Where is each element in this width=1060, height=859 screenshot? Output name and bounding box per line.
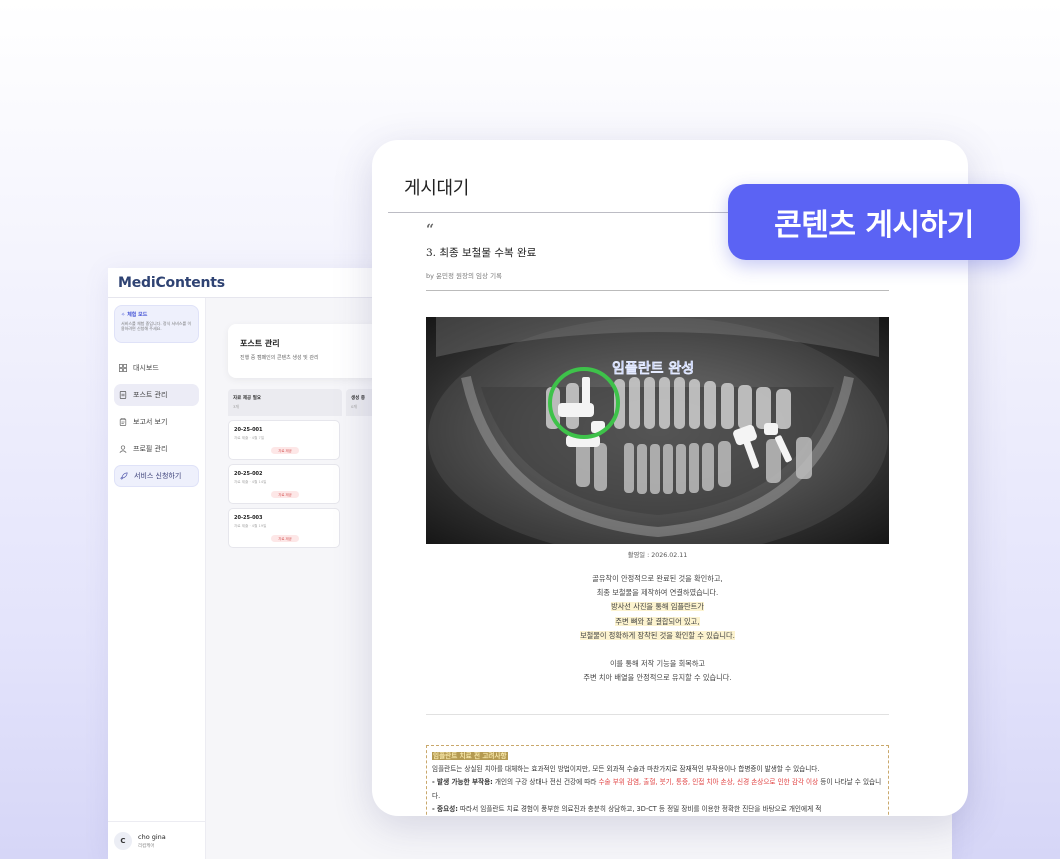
status-badge: 자료 제공 [271, 491, 299, 498]
sidebar-item-profile[interactable]: 프로필 관리 [114, 438, 199, 460]
page-title: 포스트 관리 [240, 339, 280, 348]
task-card[interactable]: 20-25-001 자료 제출 · 4월 7일 자료 제공 [228, 420, 340, 460]
status-badge: 자료 제공 [271, 535, 299, 542]
user-icon [119, 445, 127, 453]
user-role: 리컴케어 [138, 843, 155, 849]
task-id: 20-25-001 [234, 427, 263, 433]
body-line-highlight: 주변 뼈와 잘 결합되어 있고, [615, 616, 700, 626]
body-line: 주변 치아 배열을 안정적으로 유지할 수 있습니다. [583, 673, 732, 683]
divider [426, 290, 889, 291]
report-icon [119, 418, 127, 426]
post-manage-header: 포스트 관리 진행 중 캠페인의 콘텐츠 생성 및 관리 [228, 324, 388, 378]
sidebar-item-posts[interactable]: 포스트 관리 [114, 384, 199, 406]
task-id: 20-25-003 [234, 515, 263, 521]
notice-title: 임플란트 치료 전 고려사항 [432, 752, 508, 760]
sidebar-item-label: 보고서 보기 [133, 418, 168, 426]
xray-label: 임플란트 완성 [612, 360, 694, 377]
body-line: 이를 통해 저작 기능을 회복하고 [609, 659, 706, 669]
article-body: 골유착이 안정적으로 완료된 것을 확인하고, 최종 보철물을 제작하여 연결하… [426, 572, 889, 685]
sidebar: ✧ 체험 모드 서비스를 체험 중입니다. 정식 서비스를 이용하려면 신청해 … [108, 298, 206, 859]
user-name: cho gina [138, 832, 166, 841]
notice-side-effects: - 발생 가능한 부작용: 개인의 구강 상태나 전신 건강에 따라 수술 부위… [432, 778, 882, 800]
dashboard-icon [119, 364, 127, 372]
sidebar-item-apply-service[interactable]: 서비스 신청하기 [114, 465, 199, 487]
sidebar-item-dashboard[interactable]: 대시보드 [114, 357, 199, 379]
avatar: C [114, 831, 132, 850]
trial-description: 서비스를 체험 중입니다. 정식 서비스를 이용하려면 신청해 주세요. [121, 321, 192, 332]
body-line-highlight: 방사선 사진을 통해 임플란트가 [611, 602, 704, 612]
publish-content-button[interactable]: 콘텐츠 게시하기 [728, 184, 1020, 260]
divider [426, 714, 889, 715]
column-title: 자료 제공 필요 [233, 396, 261, 401]
sidebar-item-label: 포스트 관리 [133, 391, 168, 399]
notice-importance: - 중요성: 따라서 임플란트 치료 경험이 풍부한 의료진과 충분히 상담하고… [432, 804, 822, 813]
sidebar-item-label: 프로필 관리 [133, 445, 168, 453]
app-logo[interactable]: MediContents [118, 275, 225, 291]
sparkle-icon: ✧ [121, 311, 126, 318]
photo-caption: 촬영일 : 2026.02.11 [627, 552, 688, 559]
rocket-icon [120, 472, 128, 480]
article-byline: by 윤민정 원장의 임상 기록 [426, 272, 503, 280]
body-line-highlight: 보철물이 정확하게 장착된 것을 확인할 수 있습니다. [580, 630, 735, 640]
trial-title: 체험 모드 [127, 312, 148, 318]
precaution-notice: 임플란트 치료 전 고려사항 임플란트는 상실된 치아를 대체하는 효과적인 방… [426, 745, 889, 816]
kanban-column-material-needed: 자료 제공 필요 3개 20-25-001 자료 제출 · 4월 7일 자료 제… [228, 389, 342, 548]
task-meta: 자료 제출 · 4월 19일 [234, 524, 267, 528]
sidebar-item-reports[interactable]: 보고서 보기 [114, 411, 199, 433]
task-card[interactable]: 20-25-003 자료 제출 · 4월 19일 자료 제공 [228, 508, 340, 548]
document-icon [119, 391, 127, 399]
panoramic-xray-image: 임플란트 완성 [426, 317, 889, 544]
status-badge: 자료 제공 [271, 447, 299, 454]
column-header: 자료 제공 필요 3개 [228, 389, 342, 416]
trial-mode-banner: ✧ 체험 모드 서비스를 체험 중입니다. 정식 서비스를 이용하려면 신청해 … [114, 305, 199, 343]
task-card[interactable]: 20-25-002 자료 제출 · 4월 14일 자료 제공 [228, 464, 340, 504]
quote-icon: “ [426, 222, 435, 238]
task-id: 20-25-002 [234, 471, 263, 477]
column-count: 3개 [233, 404, 239, 409]
body-line: 골유착이 안정적으로 완료된 것을 확인하고, [592, 574, 723, 583]
body-line: 최종 보철물을 제작하여 연결하였습니다. [596, 588, 719, 598]
article-title: 3. 최종 보철물 수복 완료 [426, 247, 537, 259]
sidebar-nav: 대시보드 포스트 관리 보고서 보기 프로필 관리 서비스 신청하기 [108, 357, 205, 487]
task-meta: 자료 제출 · 4월 14일 [234, 480, 267, 484]
page-subtitle: 진행 중 캠페인의 콘텐츠 생성 및 관리 [240, 355, 319, 361]
task-meta: 자료 제출 · 4월 7일 [234, 436, 265, 440]
user-profile[interactable]: C cho gina 리컴케어 [108, 821, 206, 859]
sidebar-item-label: 대시보드 [133, 364, 159, 372]
notice-intro: 임플란트는 상실된 치아를 대체하는 효과적인 방법이지만, 모든 외과적 수술… [432, 765, 820, 774]
sidebar-item-label: 서비스 신청하기 [134, 472, 182, 480]
card-title: 게시대기 [404, 178, 470, 199]
